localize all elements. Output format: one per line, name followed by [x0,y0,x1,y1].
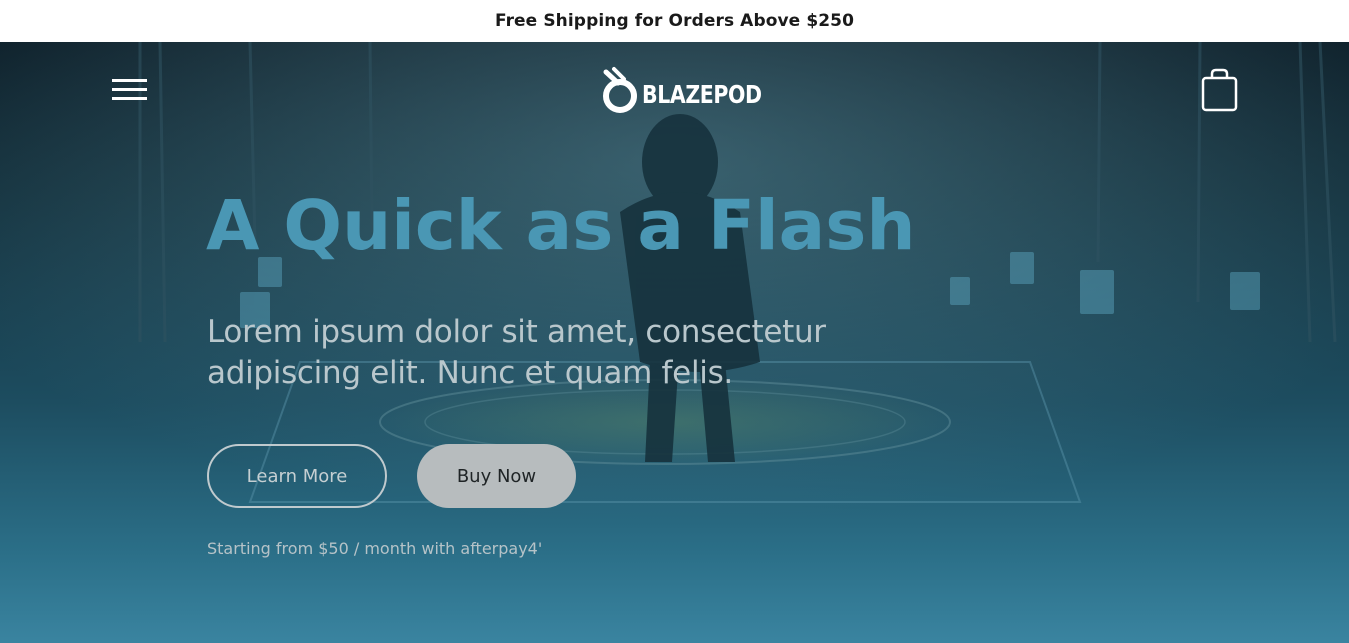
buy-now-button[interactable]: Buy Now [417,444,576,508]
announcement-text: Free Shipping for Orders Above $250 [494,11,855,31]
announcement-bar: Free Shipping for Orders Above $250 [0,0,1349,42]
logo-text: BLAZEPOD [642,79,762,109]
blazepod-logo-icon [603,67,637,113]
shopping-bag-icon[interactable] [1201,68,1238,112]
financing-text: Starting from $50 / month with afterpay4… [207,539,543,558]
menu-icon[interactable] [112,79,148,103]
hero-headline: A Quick as a Flash [206,186,916,266]
learn-more-button[interactable]: Learn More [207,444,387,508]
hero-subheading: Lorem ipsum dolor sit amet, consectetur … [207,314,826,391]
brand-logo[interactable]: BLAZEPOD [600,66,788,116]
hero-section: BLAZEPOD A Quick as a Flash Lorem ipsum … [0,42,1349,643]
